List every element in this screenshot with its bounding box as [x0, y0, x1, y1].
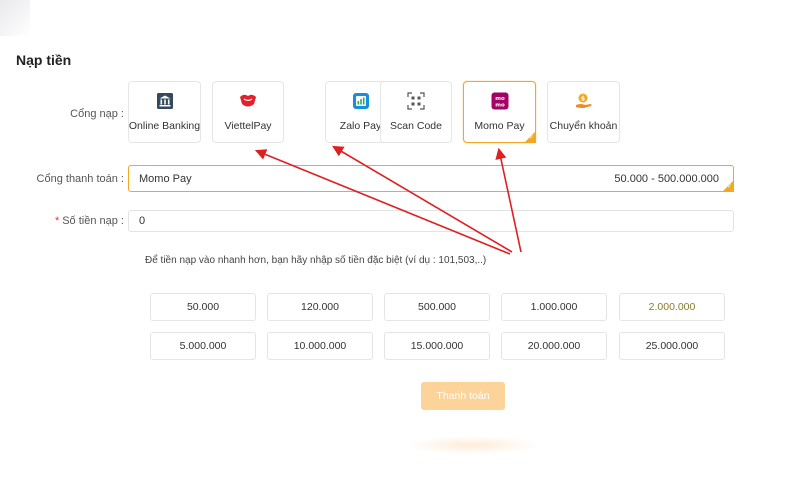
amount-option[interactable]: 500.000	[384, 293, 490, 321]
gateway-label-online-banking: Online Banking	[128, 120, 201, 132]
bank-icon	[155, 91, 175, 111]
annotation-arrows	[254, 145, 522, 255]
gateway-bank-transfer[interactable]: $ Chuyển khoản	[547, 81, 620, 143]
gateway-label-bank-transfer: Chuyển khoản	[549, 120, 618, 132]
button-glow	[405, 436, 540, 454]
gateway-label-momo-pay: Momo Pay	[474, 120, 525, 132]
amount-option[interactable]: 1.000.000	[501, 293, 607, 321]
amount-option[interactable]: 15.000.000	[384, 332, 490, 360]
gateway-label-scan-code: Scan Code	[390, 120, 442, 132]
gateway-label: Cổng nạp :	[70, 108, 124, 120]
svg-text:mo: mo	[495, 103, 505, 109]
corner-shade	[0, 0, 30, 36]
amount-option[interactable]: 10.000.000	[267, 332, 373, 360]
amount-input-value: 0	[139, 215, 146, 227]
payment-gateway-value: Momo Pay	[139, 172, 192, 185]
amount-label: * Số tiền nạp :	[40, 215, 124, 227]
arrow-to-zalopay	[332, 145, 513, 253]
money-transfer-icon: $	[574, 91, 594, 111]
amount-option[interactable]: 50.000	[150, 293, 256, 321]
amount-label-text: Số tiền nạp :	[62, 215, 124, 227]
gateway-momo-pay[interactable]: mo mo Momo Pay	[463, 81, 536, 143]
gateway-viettelpay[interactable]: ViettelPay	[212, 81, 284, 143]
payment-gateway-label: Cổng thanh toán :	[36, 173, 124, 185]
gateway-label-zalopay: Zalo Pay	[339, 120, 382, 132]
hint-text: Để tiền nạp vào nhanh hơn, bạn hãy nhập …	[145, 255, 487, 266]
selected-check-icon	[524, 131, 536, 143]
amount-input[interactable]: 0	[128, 210, 734, 232]
amount-option[interactable]: 120.000	[267, 293, 373, 321]
qr-scan-icon	[406, 91, 426, 111]
required-mark: *	[54, 215, 60, 227]
select-corner-icon	[722, 180, 734, 192]
zalopay-logo-icon	[351, 91, 371, 111]
amount-range: 50.000 - 500.000.000	[614, 172, 719, 185]
svg-text:mo: mo	[495, 96, 505, 102]
pay-button[interactable]: Thanh toán	[421, 382, 505, 410]
payment-gateway-select[interactable]: Momo Pay 50.000 - 500.000.000	[128, 165, 734, 192]
svg-text:$: $	[580, 96, 584, 103]
amount-option[interactable]: 2.000.000	[619, 293, 725, 321]
gateway-label-viettelpay: ViettelPay	[224, 120, 272, 132]
momo-logo-icon: mo mo	[490, 91, 510, 111]
amount-option[interactable]: 20.000.000	[501, 332, 607, 360]
amount-option[interactable]: 25.000.000	[619, 332, 725, 360]
amount-option[interactable]: 5.000.000	[150, 332, 256, 360]
viettelpay-logo-icon	[238, 91, 258, 111]
page-title: Nạp tiền	[16, 52, 72, 68]
gateway-scan-code[interactable]: Scan Code	[380, 81, 452, 143]
gateway-online-banking[interactable]: Online Banking	[128, 81, 201, 143]
